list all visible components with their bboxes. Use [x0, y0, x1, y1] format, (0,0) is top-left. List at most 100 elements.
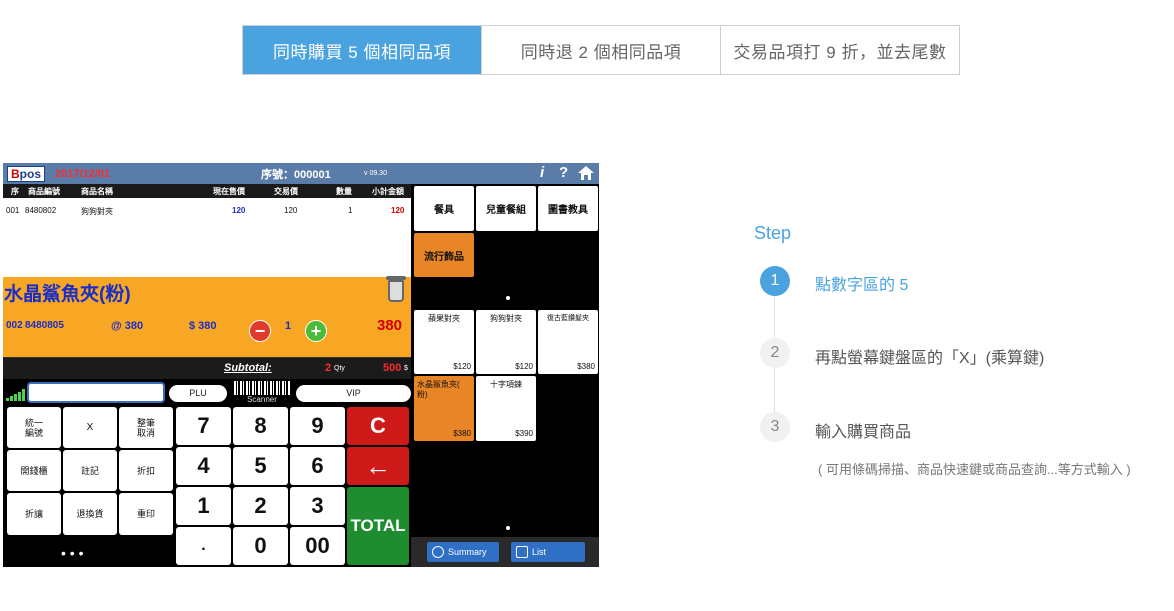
- total-key[interactable]: TOTAL: [347, 487, 409, 565]
- tab-return-2-same[interactable]: 同時退 2 個相同品項: [481, 26, 720, 74]
- bpos-logo: Bpos: [7, 165, 46, 182]
- increase-qty-button[interactable]: +: [305, 320, 327, 342]
- plu-button[interactable]: PLU: [169, 385, 227, 402]
- summary-button[interactable]: Summary: [427, 542, 499, 562]
- category-kids-meal[interactable]: 兒童餐組: [476, 186, 536, 231]
- reprint-key[interactable]: 重印: [119, 493, 173, 535]
- clock-icon: [432, 546, 444, 558]
- current-item-panel: 水晶鯊魚夾(粉) 002 8480805 @ 380 $ 380 − 1 + 3…: [3, 276, 411, 357]
- sale-table-body: 001 8480802 狗狗對夾 120 120 1 120: [3, 198, 411, 277]
- allowance-key[interactable]: 折讓: [7, 493, 61, 535]
- help-icon[interactable]: ?: [559, 164, 568, 181]
- trash-icon[interactable]: [386, 276, 406, 302]
- key-3[interactable]: 3: [290, 487, 345, 525]
- home-icon[interactable]: [578, 166, 594, 184]
- step-3-badge: 3: [760, 412, 790, 442]
- barcode-input[interactable]: [27, 382, 165, 403]
- vip-button[interactable]: VIP: [296, 385, 411, 402]
- current-item-code: 8480805: [25, 320, 64, 331]
- keypad: 統一 編號 X 整筆 取消 開錢櫃 註記 折扣 折讓 退換貨 重印 • • • …: [3, 405, 411, 567]
- backspace-key[interactable]: ←: [347, 447, 409, 485]
- product-price: $120: [453, 362, 471, 371]
- product-tile[interactable]: 蘋果對夾 $120: [414, 310, 474, 374]
- key-5[interactable]: 5: [233, 447, 288, 485]
- row-price: 120: [232, 206, 246, 215]
- key-6[interactable]: 6: [290, 447, 345, 485]
- panel-bottom-bar: Summary List: [411, 537, 599, 567]
- current-item-unit-price: @ 380: [111, 320, 144, 332]
- product-price: $380: [577, 362, 595, 371]
- key-0[interactable]: 0: [233, 527, 288, 565]
- open-drawer-key[interactable]: 開錢櫃: [7, 450, 61, 491]
- col-name: 商品名稱: [81, 187, 113, 196]
- tab-discount-90[interactable]: 交易品項打 9 折，並去尾數: [720, 26, 959, 74]
- current-item-name: 水晶鯊魚夾(粉): [4, 284, 131, 305]
- col-no: 序: [11, 187, 19, 196]
- page-indicator-dot: [506, 526, 510, 530]
- subtotal-bar: Subtotal: 2 Qty 500 $: [3, 357, 411, 379]
- product-name: 狗狗對夾: [490, 314, 522, 323]
- key-2[interactable]: 2: [233, 487, 288, 525]
- step-1-badge: 1: [760, 266, 790, 296]
- product-tile[interactable]: 水晶鯊魚夾( 粉) $380: [414, 376, 474, 441]
- product-tile[interactable]: 復古藍鑽髮夾 $380: [538, 310, 598, 374]
- scanner-button[interactable]: Scanner: [232, 381, 294, 405]
- void-all-key[interactable]: 整筆 取消: [119, 407, 173, 448]
- key-9[interactable]: 9: [290, 407, 345, 445]
- row-deal: 120: [284, 206, 298, 215]
- current-item-total: 380: [377, 317, 403, 334]
- category-tableware[interactable]: 餐具: [414, 186, 474, 231]
- tax-id-key[interactable]: 統一 編號: [7, 407, 61, 448]
- page-indicator-dot: [506, 296, 510, 300]
- list-label: List: [532, 547, 547, 557]
- subtotal-label: Subtotal:: [224, 362, 272, 374]
- barcode-icon: [234, 381, 290, 395]
- info-icon[interactable]: i: [540, 164, 544, 181]
- col-subtotal: 小計金額: [372, 187, 404, 196]
- current-item-seq: 002: [6, 320, 23, 331]
- category-fashion-accessories[interactable]: 流行飾品: [414, 233, 474, 277]
- key-7[interactable]: 7: [176, 407, 231, 445]
- table-row[interactable]: 001 8480802 狗狗對夾 120 120 1 120: [3, 198, 411, 218]
- key-1[interactable]: 1: [176, 487, 231, 525]
- row-code: 8480802: [25, 206, 57, 215]
- list-button[interactable]: List: [511, 542, 585, 562]
- tab-buy-5-same[interactable]: 同時購買 5 個相同品項: [243, 26, 481, 74]
- product-name: 水晶鯊魚夾( 粉): [417, 380, 460, 399]
- pos-version: v 09.30: [364, 170, 387, 177]
- list-icon: [516, 546, 528, 558]
- category-books-toys[interactable]: 圖書教具: [538, 186, 598, 231]
- current-item-amount: $ 380: [189, 320, 217, 332]
- key-00[interactable]: 00: [290, 527, 345, 565]
- key-8[interactable]: 8: [233, 407, 288, 445]
- decrease-qty-button[interactable]: −: [249, 320, 271, 342]
- subtotal-amount: 500: [383, 362, 402, 374]
- key-4[interactable]: 4: [176, 447, 231, 485]
- return-exchange-key[interactable]: 退換貨: [63, 493, 117, 535]
- subtotal-qty: 2: [325, 362, 332, 374]
- product-price: $390: [515, 429, 533, 438]
- clear-key[interactable]: C: [347, 407, 409, 445]
- current-item-row: 002 8480805 @ 380 $ 380 − 1 + 380: [3, 317, 411, 342]
- pos-header-bar: Bpos 2017/12/01 序號：000001 v 09.30 i ?: [3, 163, 599, 184]
- note-key[interactable]: 註記: [63, 450, 117, 491]
- signal-icon: [6, 389, 25, 401]
- col-code: 商品編號: [28, 187, 60, 196]
- key-dot[interactable]: .: [176, 527, 231, 565]
- product-name: 復古藍鑽髮夾: [547, 315, 589, 322]
- product-panel: 餐具 兒童餐組 圖書教具 流行飾品 蘋果對夾 $120 狗狗對夾 $120 復古…: [411, 184, 599, 567]
- discount-key[interactable]: 折扣: [119, 450, 173, 491]
- row-name: 狗狗對夾: [81, 207, 113, 216]
- product-price: $380: [453, 429, 471, 438]
- step-1-text: 點數字區的 5: [815, 277, 909, 294]
- pos-date: 2017/12/01: [55, 167, 111, 180]
- product-tile[interactable]: 十字項鍊 $390: [476, 376, 536, 441]
- current-item-qty: 1: [285, 320, 292, 332]
- row-qty: 1: [348, 206, 353, 215]
- multiply-key[interactable]: X: [63, 407, 117, 448]
- product-tile[interactable]: 狗狗對夾 $120: [476, 310, 536, 374]
- step-title: Step: [754, 223, 792, 243]
- col-qty: 數量: [336, 187, 352, 196]
- subtotal-qty-unit: Qty: [334, 365, 345, 372]
- step-2-text: 再點螢幕鍵盤區的「X」(乘算鍵): [815, 350, 1045, 367]
